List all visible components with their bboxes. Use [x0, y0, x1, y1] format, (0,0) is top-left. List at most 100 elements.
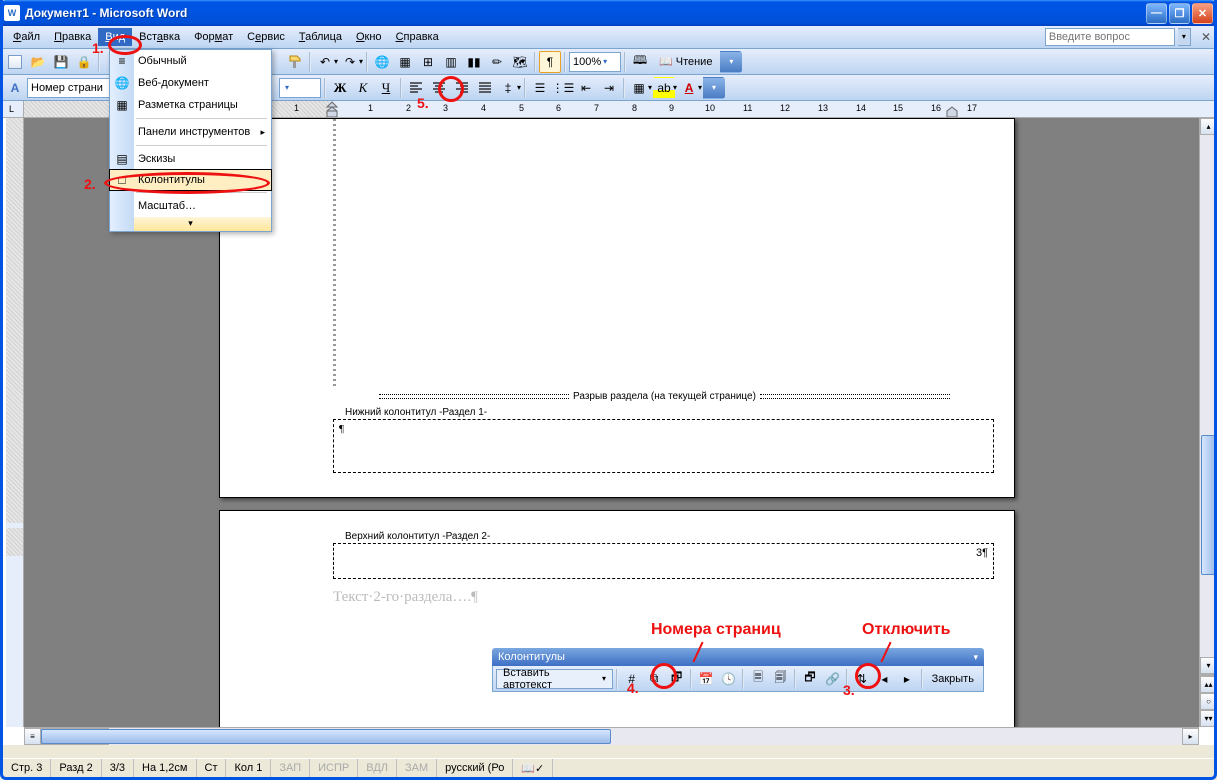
- styles-pane-button[interactable]: A: [4, 77, 26, 99]
- drawing-button[interactable]: ✏: [486, 51, 508, 73]
- menu-format[interactable]: Формат: [187, 28, 240, 46]
- font-color-button[interactable]: A: [678, 77, 700, 99]
- increase-indent-button[interactable]: ⇥: [598, 77, 620, 99]
- menu-window[interactable]: Окно: [349, 28, 389, 46]
- menu-tools[interactable]: Сервис: [240, 28, 292, 46]
- decrease-indent-button[interactable]: ⇤: [575, 77, 597, 99]
- view-thumbnails[interactable]: ▤Эскизы: [110, 148, 271, 170]
- browse-object-button[interactable]: ○: [1200, 693, 1217, 710]
- undo-dropdown[interactable]: ▾: [334, 57, 338, 66]
- align-center-button[interactable]: [428, 77, 450, 99]
- line-spacing-button[interactable]: ‡: [497, 77, 519, 99]
- window-close-button[interactable]: ✕: [1192, 3, 1213, 24]
- ask-question-dropdown[interactable]: ▾: [1178, 28, 1191, 46]
- bold-button[interactable]: Ж: [329, 77, 351, 99]
- footer-content[interactable]: ¶: [334, 420, 993, 438]
- footer-section-1[interactable]: Нижний колонтитул -Раздел 1- ¶: [333, 419, 994, 473]
- save-button[interactable]: 💾: [50, 51, 72, 73]
- docmap-button[interactable]: 🗺: [509, 51, 531, 73]
- insert-page-number-button[interactable]: #: [621, 668, 642, 690]
- insert-date-button[interactable]: 📅: [695, 668, 716, 690]
- window-minimize-button[interactable]: —: [1146, 3, 1167, 24]
- view-web-layout[interactable]: 🌐Веб-документ: [110, 72, 271, 94]
- ask-question-input[interactable]: [1045, 28, 1175, 46]
- menu-edit[interactable]: Правка: [47, 28, 98, 46]
- borders-button[interactable]: ▦: [628, 77, 650, 99]
- normal-view-button[interactable]: ≡: [24, 728, 41, 745]
- child-window-close[interactable]: ✕: [1201, 30, 1211, 44]
- underline-button[interactable]: Ч: [375, 77, 397, 99]
- toolbar2-options[interactable]: ▾: [703, 77, 725, 99]
- insert-time-button[interactable]: 🕓: [718, 668, 739, 690]
- tables-borders-button[interactable]: ▦: [394, 51, 416, 73]
- toolbar-options[interactable]: ▾: [720, 51, 742, 73]
- indent-marker-first[interactable]: [326, 101, 338, 118]
- menu-table[interactable]: Таблица: [292, 28, 349, 46]
- status-ovr[interactable]: ЗАМ: [397, 759, 437, 777]
- window-maximize-button[interactable]: ❐: [1169, 3, 1190, 24]
- next-page-button[interactable]: ▾▾: [1200, 710, 1217, 727]
- redo-dropdown[interactable]: ▾: [359, 57, 363, 66]
- highlight-button[interactable]: ab: [653, 77, 675, 99]
- horizontal-scrollbar[interactable]: ≡ 🌐 ▦ ☷ 📖 ◂ ▸: [24, 727, 1199, 745]
- scroll-up-button[interactable]: ▴: [1200, 118, 1217, 135]
- same-as-previous-button[interactable]: 🗗: [799, 668, 820, 690]
- status-trk[interactable]: ИСПР: [310, 759, 358, 777]
- format-painter-button[interactable]: [284, 51, 306, 73]
- page-setup-button[interactable]: 🗏: [747, 668, 768, 690]
- vertical-scrollbar[interactable]: ▴ ▾ ▴▴ ○ ▾▾: [1199, 118, 1217, 727]
- status-spellcheck-icon[interactable]: 📖✓: [513, 759, 553, 777]
- show-previous-button[interactable]: ◂: [874, 668, 895, 690]
- insert-pages-count-button[interactable]: ⧉: [643, 668, 664, 690]
- ask-question-box[interactable]: ▾: [1045, 28, 1191, 46]
- scroll-thumb-v[interactable]: [1201, 435, 1216, 575]
- hyperlink-button[interactable]: 🌐: [371, 51, 393, 73]
- show-paragraph-button[interactable]: ¶: [539, 51, 561, 73]
- format-page-number-button[interactable]: 🗗: [666, 668, 687, 690]
- vertical-ruler[interactable]: [6, 118, 24, 727]
- indent-marker-right[interactable]: [946, 101, 958, 118]
- switch-header-footer-button[interactable]: ⇅: [851, 668, 872, 690]
- show-next-button[interactable]: ▸: [896, 668, 917, 690]
- align-left-button[interactable]: [405, 77, 427, 99]
- menu-insert[interactable]: Вставка: [132, 28, 187, 46]
- show-hide-text-button[interactable]: 🗐: [770, 668, 791, 690]
- numbering-button[interactable]: ☰: [529, 77, 551, 99]
- view-header-footer[interactable]: □Колонтитулы: [109, 169, 272, 191]
- status-ext[interactable]: ВДЛ: [358, 759, 397, 777]
- italic-button[interactable]: К: [352, 77, 374, 99]
- ruler-corner[interactable]: L: [0, 101, 24, 118]
- excel-button[interactable]: ▥: [440, 51, 462, 73]
- header-footer-toolbar[interactable]: Колонтитулы ▾ Вставить автотекст ▾ # ⧉ 🗗…: [492, 648, 984, 692]
- menu-help[interactable]: Справка: [389, 28, 446, 46]
- align-right-button[interactable]: [451, 77, 473, 99]
- scroll-down-button[interactable]: ▾: [1200, 657, 1217, 674]
- status-rec[interactable]: ЗАП: [271, 759, 310, 777]
- font-size-combo[interactable]: ▾: [279, 78, 321, 98]
- bullets-button[interactable]: ⋮☰: [552, 77, 574, 99]
- prev-page-button[interactable]: ▴▴: [1200, 676, 1217, 693]
- menu-file[interactable]: Файл: [6, 28, 47, 46]
- insert-autotext-button[interactable]: Вставить автотекст ▾: [496, 669, 613, 689]
- insert-table-button[interactable]: ⊞: [417, 51, 439, 73]
- hf-toolbar-options[interactable]: ▾: [973, 652, 978, 663]
- link-previous-button[interactable]: 🔗: [822, 668, 843, 690]
- menu-expand[interactable]: ▾: [110, 217, 271, 231]
- header-section-2[interactable]: Верхний колонтитул -Раздел 2- 3¶: [333, 543, 994, 579]
- undo-button[interactable]: ↶: [314, 51, 336, 73]
- menu-view[interactable]: Вид: [98, 28, 132, 46]
- hf-toolbar-title[interactable]: Колонтитулы ▾: [492, 648, 984, 666]
- reading-layout-button[interactable]: 📖Чтение: [652, 51, 719, 73]
- redo-button[interactable]: ↷: [339, 51, 361, 73]
- new-document-button[interactable]: [4, 51, 26, 73]
- status-language[interactable]: русский (Ро: [437, 759, 513, 777]
- scroll-thumb-h[interactable]: [41, 729, 611, 744]
- align-justify-button[interactable]: [474, 77, 496, 99]
- close-hf-button[interactable]: Закрыть: [926, 673, 980, 685]
- zoom-combo[interactable]: 100%▾: [569, 52, 621, 72]
- view-normal[interactable]: ≡Обычный: [110, 50, 271, 72]
- view-toolbars[interactable]: Панели инструментов▸: [110, 121, 271, 143]
- view-zoom[interactable]: Масштаб…: [110, 195, 271, 217]
- permission-button[interactable]: 🔒: [73, 51, 95, 73]
- columns-button[interactable]: ▮▮: [463, 51, 485, 73]
